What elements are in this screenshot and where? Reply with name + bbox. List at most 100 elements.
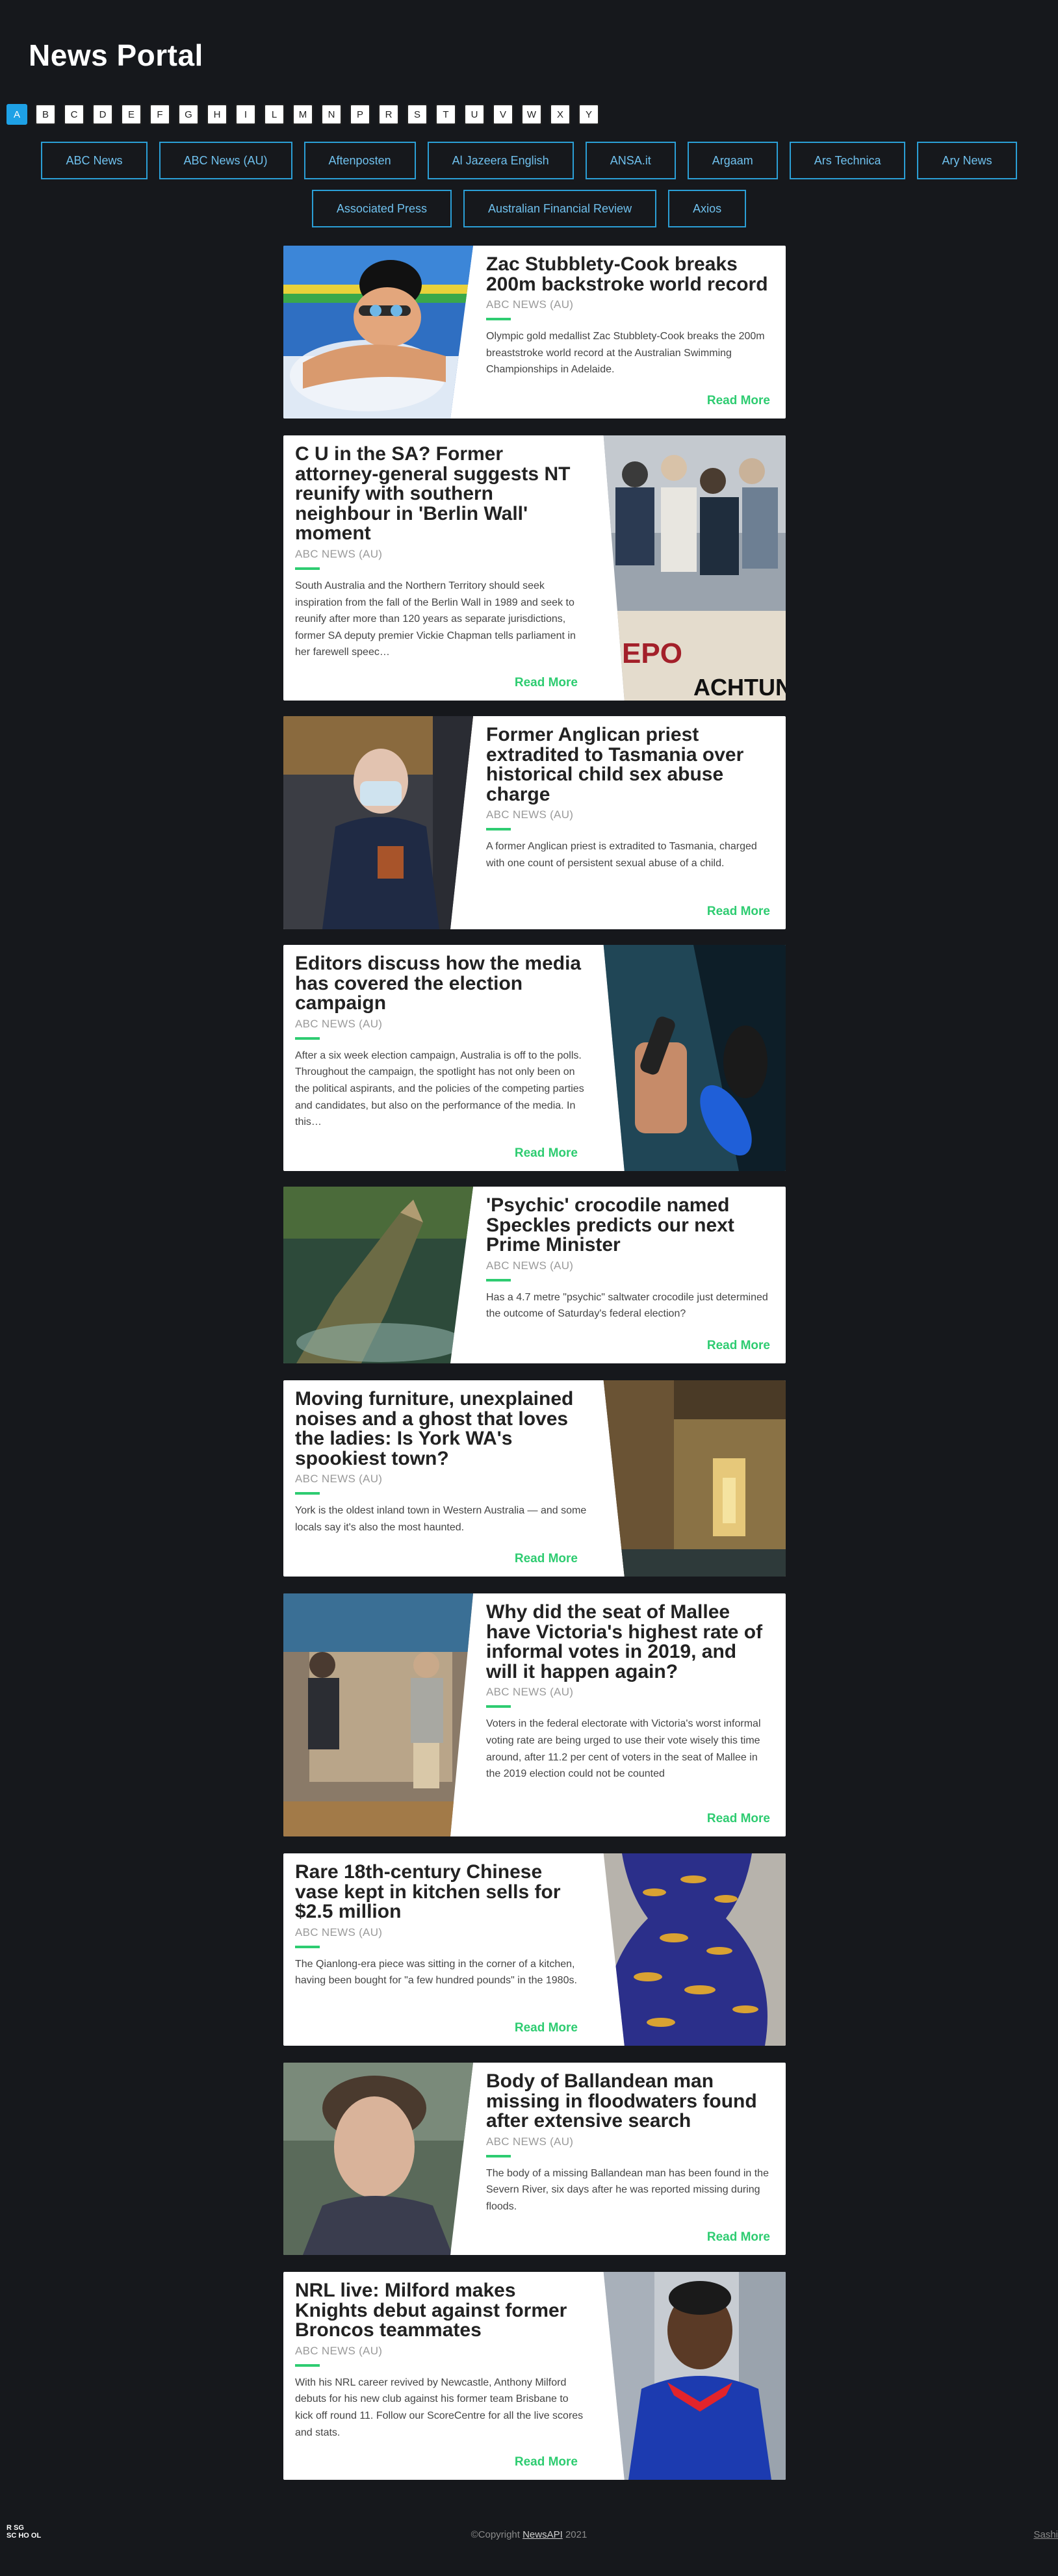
alphabet-filter: ABCDEFGHILMNPRSTUVWXY bbox=[6, 104, 599, 125]
article-title[interactable]: Body of Ballandean man missing in floodw… bbox=[486, 2071, 771, 2132]
read-more-link[interactable]: Read More bbox=[515, 2455, 578, 2469]
article-title[interactable]: Rare 18th-century Chinese vase kept in k… bbox=[295, 1862, 587, 1922]
article-title[interactable]: Zac Stubblety-Cook breaks 200m backstrok… bbox=[486, 254, 771, 294]
read-more-link[interactable]: Read More bbox=[515, 1146, 578, 1161]
article-title[interactable]: NRL live: Milford makes Knights debut ag… bbox=[295, 2280, 587, 2341]
read-more-link[interactable]: Read More bbox=[515, 676, 578, 690]
article-source: ABC NEWS (AU) bbox=[295, 2344, 383, 2357]
letter-button-i[interactable]: I bbox=[235, 104, 256, 125]
letter-button-b[interactable]: B bbox=[35, 104, 56, 125]
copyright: ©Copyright NewsAPI 2021 bbox=[471, 2529, 587, 2540]
letter-button-l[interactable]: L bbox=[264, 104, 285, 125]
source-button[interactable]: Argaam bbox=[687, 142, 778, 179]
rugby-player-photo bbox=[596, 2272, 786, 2480]
source-button[interactable]: ABC News (AU) bbox=[159, 142, 292, 179]
article-description: York is the oldest inland town in Wester… bbox=[295, 1505, 587, 1533]
article-source: ABC NEWS (AU) bbox=[295, 1017, 383, 1030]
read-more-link[interactable]: Read More bbox=[707, 394, 770, 408]
crocodile-photo bbox=[283, 1187, 473, 1363]
source-button[interactable]: Aftenposten bbox=[303, 142, 416, 179]
source-button[interactable]: Axios bbox=[668, 190, 747, 227]
article-card[interactable]: EPO ACHTUN C U in the SA? Former attorne… bbox=[283, 435, 786, 701]
author-link[interactable]: Sashi bbox=[1033, 2529, 1058, 2540]
article-card[interactable]: Moving furniture, unexplained noises and… bbox=[283, 1380, 786, 1577]
letter-button-p[interactable]: P bbox=[350, 104, 370, 125]
letter-button-u[interactable]: U bbox=[464, 104, 485, 125]
vase-photo bbox=[596, 1853, 786, 2046]
article-description: The body of a missing Ballandean man has… bbox=[486, 2167, 769, 2212]
letter-button-y[interactable]: Y bbox=[578, 104, 599, 125]
source-button[interactable]: ABC News bbox=[41, 142, 148, 179]
read-more-link[interactable]: Read More bbox=[707, 905, 770, 919]
read-more-link[interactable]: Read More bbox=[515, 1552, 578, 1566]
man-portrait-photo bbox=[283, 2063, 473, 2255]
accent-bar bbox=[295, 2363, 320, 2367]
article-source: ABC NEWS (AU) bbox=[486, 1686, 574, 1699]
article-card[interactable]: Body of Ballandean man missing in floodw… bbox=[283, 2063, 786, 2255]
article-source: ABC NEWS (AU) bbox=[486, 1259, 574, 1272]
read-more-link[interactable]: Read More bbox=[707, 1339, 770, 1353]
berlin-wall-photo: EPO ACHTUN bbox=[596, 435, 786, 701]
article-title[interactable]: Former Anglican priest extradited to Tas… bbox=[486, 725, 771, 805]
accent-bar bbox=[486, 1278, 511, 1282]
letter-button-t[interactable]: T bbox=[435, 104, 456, 125]
svg-text:EPO: EPO bbox=[622, 638, 682, 669]
page-title: News Portal bbox=[29, 38, 203, 72]
masked-man-photo bbox=[283, 716, 473, 929]
article-card[interactable]: Former Anglican priest extradited to Tas… bbox=[283, 716, 786, 929]
accent-bar bbox=[295, 1492, 320, 1495]
letter-button-h[interactable]: H bbox=[207, 104, 227, 125]
hallway-photo bbox=[596, 1380, 786, 1577]
article-card[interactable]: 'Psychic' crocodile named Speckles predi… bbox=[283, 1187, 786, 1363]
article-card[interactable]: Rare 18th-century Chinese vase kept in k… bbox=[283, 1853, 786, 2046]
source-row-2: Associated Press Australian Financial Rev… bbox=[0, 190, 1058, 227]
article-card[interactable]: Zac Stubblety-Cook breaks 200m backstrok… bbox=[283, 246, 786, 419]
article-card[interactable]: NRL live: Milford makes Knights debut ag… bbox=[283, 2272, 786, 2480]
article-description: A former Anglican priest is extradited t… bbox=[486, 841, 757, 869]
source-button[interactable]: Ars Technica bbox=[789, 142, 906, 179]
read-more-link[interactable]: Read More bbox=[707, 2230, 770, 2245]
article-source: ABC NEWS (AU) bbox=[486, 2135, 574, 2148]
letter-button-m[interactable]: M bbox=[292, 104, 313, 125]
letter-button-d[interactable]: D bbox=[92, 104, 113, 125]
source-button[interactable]: Associated Press bbox=[311, 190, 452, 227]
source-button[interactable]: Ary News bbox=[917, 142, 1017, 179]
article-description: The Qianlong-era piece was sitting in th… bbox=[295, 1958, 577, 1987]
article-description: Has a 4.7 metre "psychic" saltwater croc… bbox=[486, 1291, 768, 1320]
article-title[interactable]: C U in the SA? Former attorney-general s… bbox=[295, 444, 587, 544]
accent-bar bbox=[486, 318, 511, 321]
article-card[interactable]: Editors discuss how the media has covere… bbox=[283, 945, 786, 1171]
article-title[interactable]: Why did the seat of Mallee have Victoria… bbox=[486, 1602, 771, 1682]
letter-button-e[interactable]: E bbox=[121, 104, 142, 125]
letter-button-g[interactable]: G bbox=[178, 104, 199, 125]
article-title[interactable]: Editors discuss how the media has covere… bbox=[295, 953, 587, 1014]
accent-bar bbox=[486, 1705, 511, 1708]
svg-text:ACHTUN: ACHTUN bbox=[693, 674, 786, 701]
letter-button-r[interactable]: R bbox=[378, 104, 399, 125]
article-title[interactable]: Moving furniture, unexplained noises and… bbox=[295, 1389, 587, 1469]
source-button[interactable]: Australian Financial Review bbox=[463, 190, 657, 227]
article-source: ABC NEWS (AU) bbox=[295, 1926, 383, 1938]
source-button[interactable]: ANSA.it bbox=[585, 142, 676, 179]
letter-button-x[interactable]: X bbox=[550, 104, 571, 125]
letter-button-a[interactable]: A bbox=[6, 104, 27, 125]
read-more-link[interactable]: Read More bbox=[515, 2021, 578, 2035]
article-card[interactable]: Why did the seat of Mallee have Victoria… bbox=[283, 1593, 786, 1836]
letter-button-v[interactable]: V bbox=[493, 104, 513, 125]
source-button[interactable]: Al Jazeera English bbox=[427, 142, 574, 179]
letter-button-s[interactable]: S bbox=[407, 104, 428, 125]
letter-button-c[interactable]: C bbox=[64, 104, 84, 125]
letter-button-f[interactable]: F bbox=[149, 104, 170, 125]
article-title[interactable]: 'Psychic' crocodile named Speckles predi… bbox=[486, 1195, 771, 1256]
article-source: ABC NEWS (AU) bbox=[295, 1473, 383, 1486]
article-source: ABC NEWS (AU) bbox=[486, 808, 574, 821]
read-more-link[interactable]: Read More bbox=[707, 1812, 770, 1826]
accent-bar bbox=[295, 1037, 320, 1040]
article-description: Voters in the federal electorate with Vi… bbox=[486, 1718, 761, 1780]
letter-button-n[interactable]: N bbox=[321, 104, 342, 125]
accent-bar bbox=[295, 567, 320, 570]
footer: R SG SC HO OL ©Copyright NewsAPI 2021 Sa… bbox=[0, 2524, 1058, 2550]
letter-button-w[interactable]: W bbox=[521, 104, 542, 125]
newsapi-link[interactable]: NewsAPI bbox=[523, 2529, 563, 2540]
accent-bar bbox=[295, 1945, 320, 1948]
